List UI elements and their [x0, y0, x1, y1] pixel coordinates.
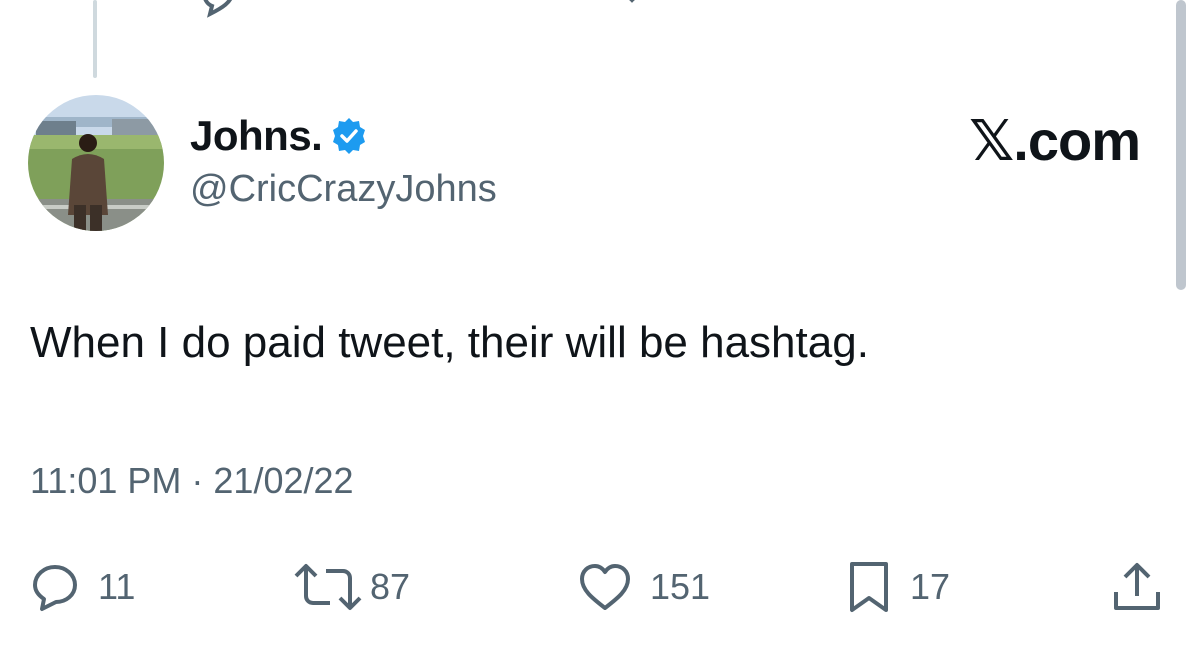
share-button[interactable] [1110, 560, 1164, 614]
like-count: 151 [650, 566, 711, 607]
bookmark-button[interactable]: 17 [846, 560, 950, 614]
retweet-count-fragment [460, 0, 474, 1]
avatar[interactable] [28, 95, 164, 231]
share-icon [1110, 560, 1164, 614]
tweet-text: When I do paid tweet, their will be hash… [30, 318, 869, 367]
bookmark-icon [846, 560, 892, 614]
bookmark-count: 17 [910, 566, 951, 607]
display-name-row: Johns. [190, 112, 368, 160]
scrollbar[interactable] [1176, 0, 1186, 290]
retweet-count: 87 [370, 566, 411, 607]
user-handle[interactable]: @CricCrazyJohns [190, 168, 497, 211]
like-button[interactable]: 151 [578, 560, 710, 614]
reply-count: 11 [98, 566, 136, 607]
like-count-fragment [668, 0, 708, 1]
previous-tweet-actions [0, 0, 1200, 18]
views-icon[interactable] [818, 0, 858, 23]
share-icon[interactable] [1118, 0, 1168, 23]
heart-icon [578, 562, 632, 612]
thread-connector-line [93, 0, 97, 78]
verified-badge-icon[interactable] [330, 117, 368, 155]
reply-icon[interactable] [198, 0, 238, 23]
retweet-icon [292, 562, 364, 612]
heart-icon[interactable] [612, 0, 652, 23]
retweet-icon[interactable] [400, 0, 460, 23]
display-name[interactable]: Johns. [190, 112, 323, 160]
tweet-timestamp[interactable]: 11:01 PM · 21/02/22 [30, 460, 354, 502]
bookmark-icon[interactable] [1026, 0, 1076, 23]
brand-watermark: 𝕏.com [969, 109, 1141, 172]
reply-icon [30, 562, 80, 612]
retweet-button[interactable]: 87 [292, 560, 410, 614]
reply-button[interactable]: 11 [30, 560, 135, 614]
